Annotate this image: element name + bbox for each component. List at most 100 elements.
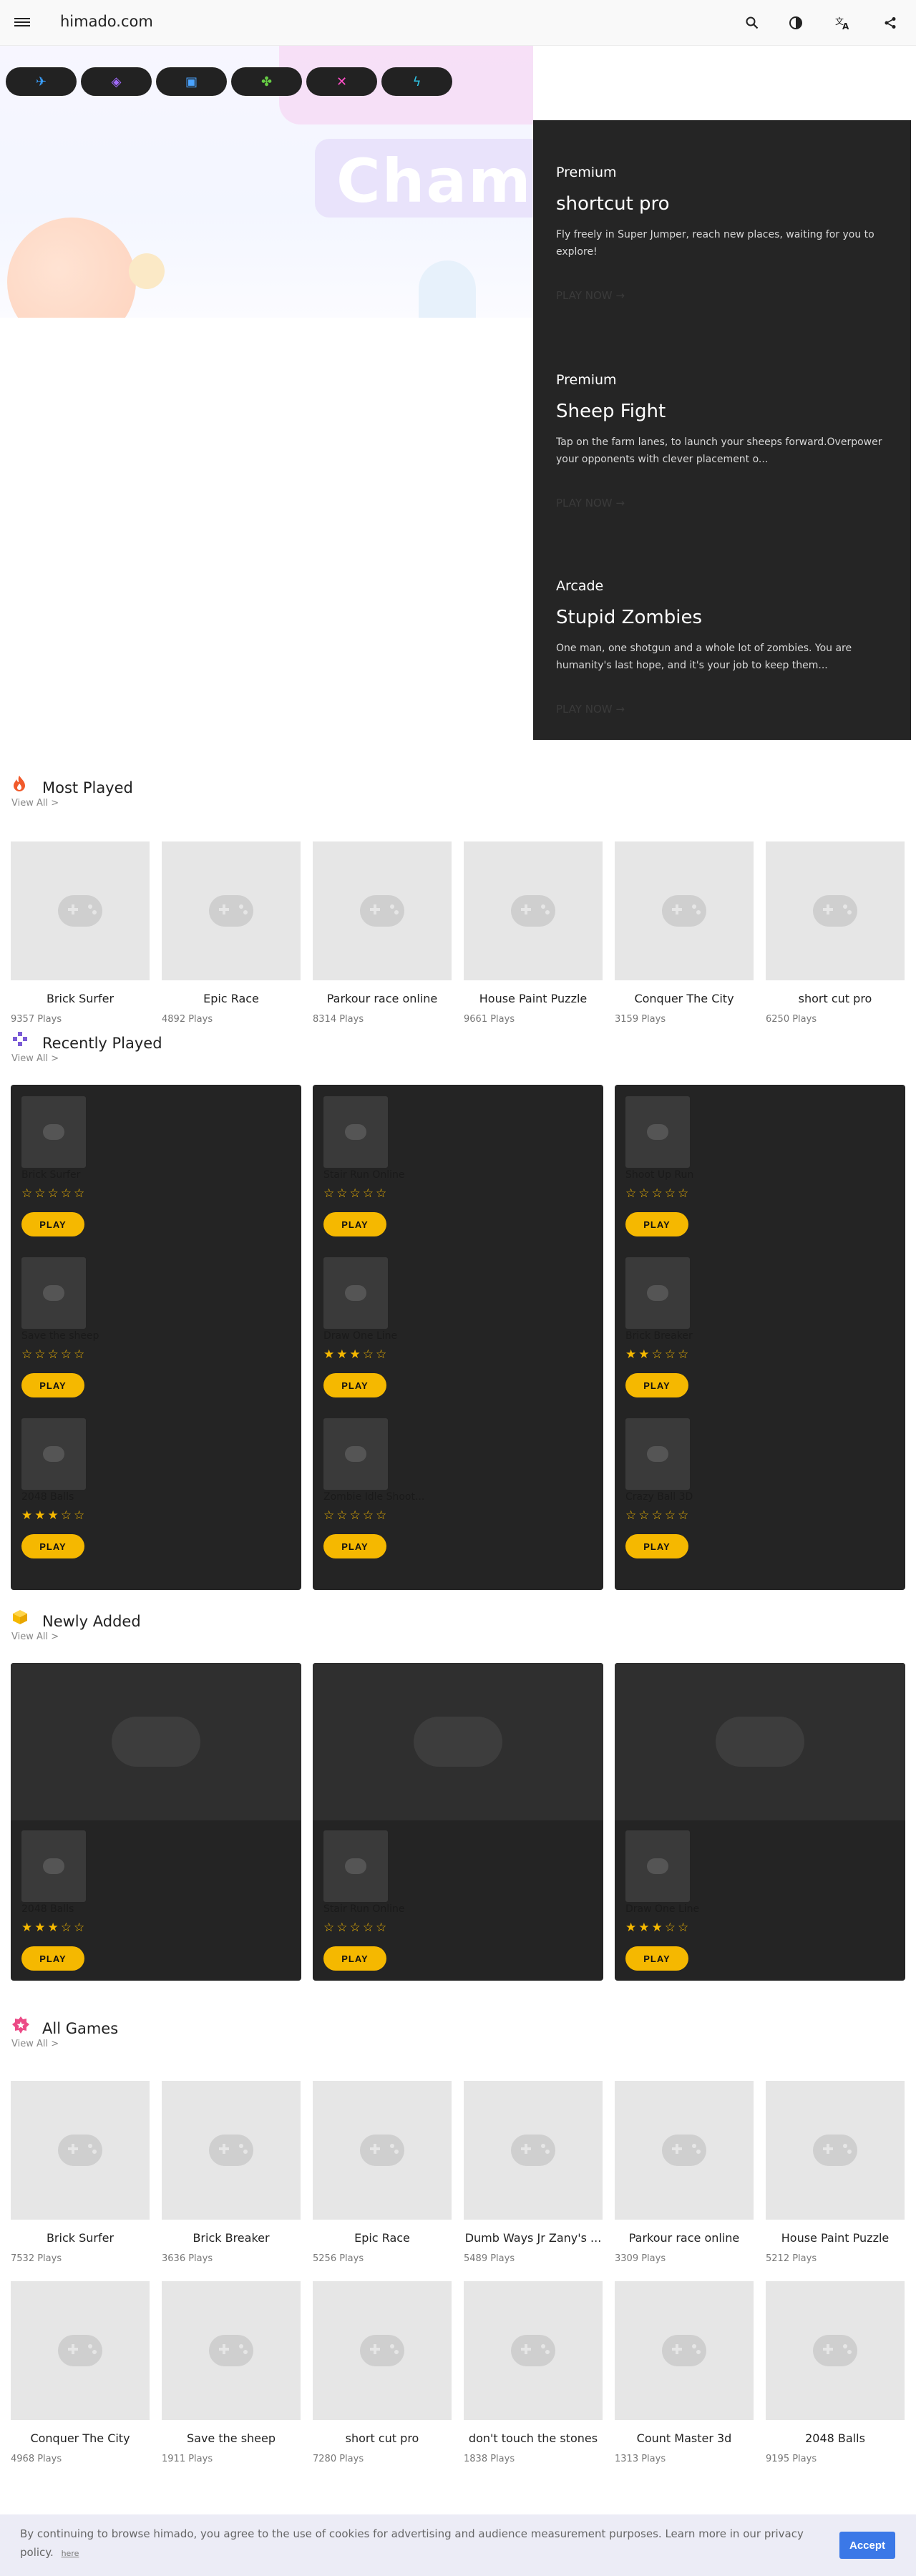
promo-card[interactable]: Arcade Stupid Zombies One man, one shotg… [556, 578, 892, 716]
new-game-item[interactable]: 2048 Balls ★★★☆☆ PLAY [21, 1830, 286, 1971]
view-all-link[interactable]: View All > [11, 798, 59, 809]
game-title[interactable]: 2048 Balls [21, 1903, 286, 1916]
cookie-accept-button[interactable]: Accept [839, 2532, 895, 2559]
play-button[interactable]: PLAY [625, 1946, 688, 1971]
game-tile[interactable]: don't touch the stones 1838 Plays [464, 2281, 603, 2464]
game-banner-image[interactable] [313, 1663, 603, 1820]
game-thumbnail[interactable] [21, 1830, 86, 1902]
game-tile[interactable]: House Paint Puzzle 9661 Plays [464, 841, 603, 1025]
game-thumbnail[interactable] [11, 841, 150, 980]
new-game-card[interactable]: Stair Run Online ☆☆☆☆☆ PLAY [313, 1663, 603, 1981]
recent-game-item[interactable]: Crazy Ball 3D ☆☆☆☆☆ PLAY [625, 1418, 890, 1558]
translate-icon[interactable]: 文A [832, 11, 854, 34]
game-tile[interactable]: short cut pro 7280 Plays [313, 2281, 452, 2464]
game-title[interactable]: Brick Breaker [162, 2231, 301, 2245]
play-now-link[interactable]: PLAY NOW → [556, 497, 892, 509]
game-thumbnail[interactable] [11, 2281, 150, 2420]
new-game-card[interactable]: Draw One Line ★★★☆☆ PLAY [615, 1663, 905, 1981]
play-button[interactable]: PLAY [323, 1946, 386, 1971]
game-tile[interactable]: Epic Race 5256 Plays [313, 2081, 452, 2264]
recent-game-item[interactable]: Brick Surfer ☆☆☆☆☆ PLAY [21, 1096, 286, 1236]
game-title[interactable]: Dumb Ways Jr Zany's ... [464, 2231, 603, 2245]
game-tile[interactable]: Count Master 3d 1313 Plays [615, 2281, 754, 2464]
game-title[interactable]: Save the sheep [162, 2431, 301, 2445]
promo-card[interactable]: Premium Sheep Fight Tap on the farm lane… [556, 372, 892, 509]
game-title[interactable]: don't touch the stones [464, 2431, 603, 2445]
game-thumbnail[interactable] [625, 1096, 690, 1168]
game-title[interactable]: Epic Race [313, 2231, 452, 2245]
game-title[interactable]: Save the sheep [21, 1330, 286, 1343]
recent-game-item[interactable]: Save the sheep ☆☆☆☆☆ PLAY [21, 1257, 286, 1397]
new-game-card[interactable]: 2048 Balls ★★★☆☆ PLAY [11, 1663, 301, 1981]
game-title[interactable]: House Paint Puzzle [766, 2231, 905, 2245]
play-button[interactable]: PLAY [21, 1373, 84, 1397]
game-title[interactable]: Shoot Up Run [625, 1169, 890, 1182]
play-now-link[interactable]: PLAY NOW → [556, 289, 892, 302]
search-icon[interactable] [741, 11, 764, 34]
game-tile[interactable]: Epic Race 4892 Plays [162, 841, 301, 1025]
game-title[interactable]: Conquer The City [615, 992, 754, 1005]
category-puzzle-button[interactable]: ✤ [231, 67, 302, 96]
promo-card[interactable]: Premium shortcut pro Fly freely in Super… [556, 165, 892, 302]
game-banner-image[interactable] [615, 1663, 905, 1820]
game-tile[interactable]: Save the sheep 1911 Plays [162, 2281, 301, 2464]
game-thumbnail[interactable] [615, 841, 754, 980]
category-casual-button[interactable]: ◈ [81, 67, 152, 96]
recent-game-item[interactable]: Shoot Up Run ☆☆☆☆☆ PLAY [625, 1096, 890, 1236]
category-battle-button[interactable]: ✕ [306, 67, 377, 96]
game-title[interactable]: Parkour race online [313, 992, 452, 1005]
game-title[interactable]: short cut pro [313, 2431, 452, 2445]
game-title[interactable]: Count Master 3d [615, 2431, 754, 2445]
game-title[interactable]: Conquer The City [11, 2431, 150, 2445]
game-title[interactable]: 2048 Balls [21, 1491, 286, 1504]
game-thumbnail[interactable] [766, 2281, 905, 2420]
view-all-link[interactable]: View All > [11, 2039, 59, 2049]
play-button[interactable]: PLAY [323, 1534, 386, 1558]
game-thumbnail[interactable] [162, 2281, 301, 2420]
game-banner-image[interactable] [11, 1663, 301, 1820]
game-thumbnail[interactable] [323, 1096, 388, 1168]
game-thumbnail[interactable] [323, 1418, 388, 1490]
recent-game-item[interactable]: Zombie Idle Shoot... ☆☆☆☆☆ PLAY [323, 1418, 588, 1558]
game-thumbnail[interactable] [615, 2081, 754, 2220]
game-title[interactable]: House Paint Puzzle [464, 992, 603, 1005]
game-thumbnail[interactable] [162, 2081, 301, 2220]
play-button[interactable]: PLAY [21, 1946, 84, 1971]
game-title[interactable]: Zombie Idle Shoot... [323, 1491, 588, 1504]
game-thumbnail[interactable] [313, 2281, 452, 2420]
game-tile[interactable]: Brick Surfer 7532 Plays [11, 2081, 150, 2264]
share-icon[interactable] [879, 11, 902, 34]
recent-game-item[interactable]: Draw One Line ★★★☆☆ PLAY [323, 1257, 588, 1397]
game-title[interactable]: Stair Run Online [323, 1903, 588, 1916]
play-button[interactable]: PLAY [323, 1212, 386, 1236]
game-title[interactable]: Brick Surfer [11, 2231, 150, 2245]
new-game-item[interactable]: Stair Run Online ☆☆☆☆☆ PLAY [323, 1830, 588, 1971]
play-button[interactable]: PLAY [625, 1373, 688, 1397]
play-button[interactable]: PLAY [323, 1373, 386, 1397]
view-all-link[interactable]: View All > [11, 1053, 59, 1064]
game-thumbnail[interactable] [313, 2081, 452, 2220]
game-thumbnail[interactable] [21, 1096, 86, 1168]
game-title[interactable]: Stair Run Online [323, 1169, 588, 1182]
play-button[interactable]: PLAY [21, 1212, 84, 1236]
recent-game-item[interactable]: Brick Breaker ★★☆☆☆ PLAY [625, 1257, 890, 1397]
game-tile[interactable]: 2048 Balls 9195 Plays [766, 2281, 905, 2464]
game-title[interactable]: Brick Surfer [11, 992, 150, 1005]
game-tile[interactable]: Dumb Ways Jr Zany's ... 5489 Plays [464, 2081, 603, 2264]
game-tile[interactable]: Parkour race online 8314 Plays [313, 841, 452, 1025]
game-thumbnail[interactable] [21, 1418, 86, 1490]
recent-game-item[interactable]: 2048 Balls ★★★☆☆ PLAY [21, 1418, 286, 1558]
game-thumbnail[interactable] [323, 1257, 388, 1329]
cookie-policy-link[interactable]: here [62, 2549, 79, 2558]
game-title[interactable]: Crazy Ball 3D [625, 1491, 890, 1504]
game-tile[interactable]: Brick Breaker 3636 Plays [162, 2081, 301, 2264]
play-button[interactable]: PLAY [21, 1534, 84, 1558]
play-button[interactable]: PLAY [625, 1212, 688, 1236]
game-title[interactable]: Draw One Line [323, 1330, 588, 1343]
game-thumbnail[interactable] [464, 2281, 603, 2420]
game-thumbnail[interactable] [21, 1257, 86, 1329]
game-thumbnail[interactable] [464, 841, 603, 980]
game-thumbnail[interactable] [11, 2081, 150, 2220]
game-tile[interactable]: Conquer The City 3159 Plays [615, 841, 754, 1025]
game-thumbnail[interactable] [162, 841, 301, 980]
